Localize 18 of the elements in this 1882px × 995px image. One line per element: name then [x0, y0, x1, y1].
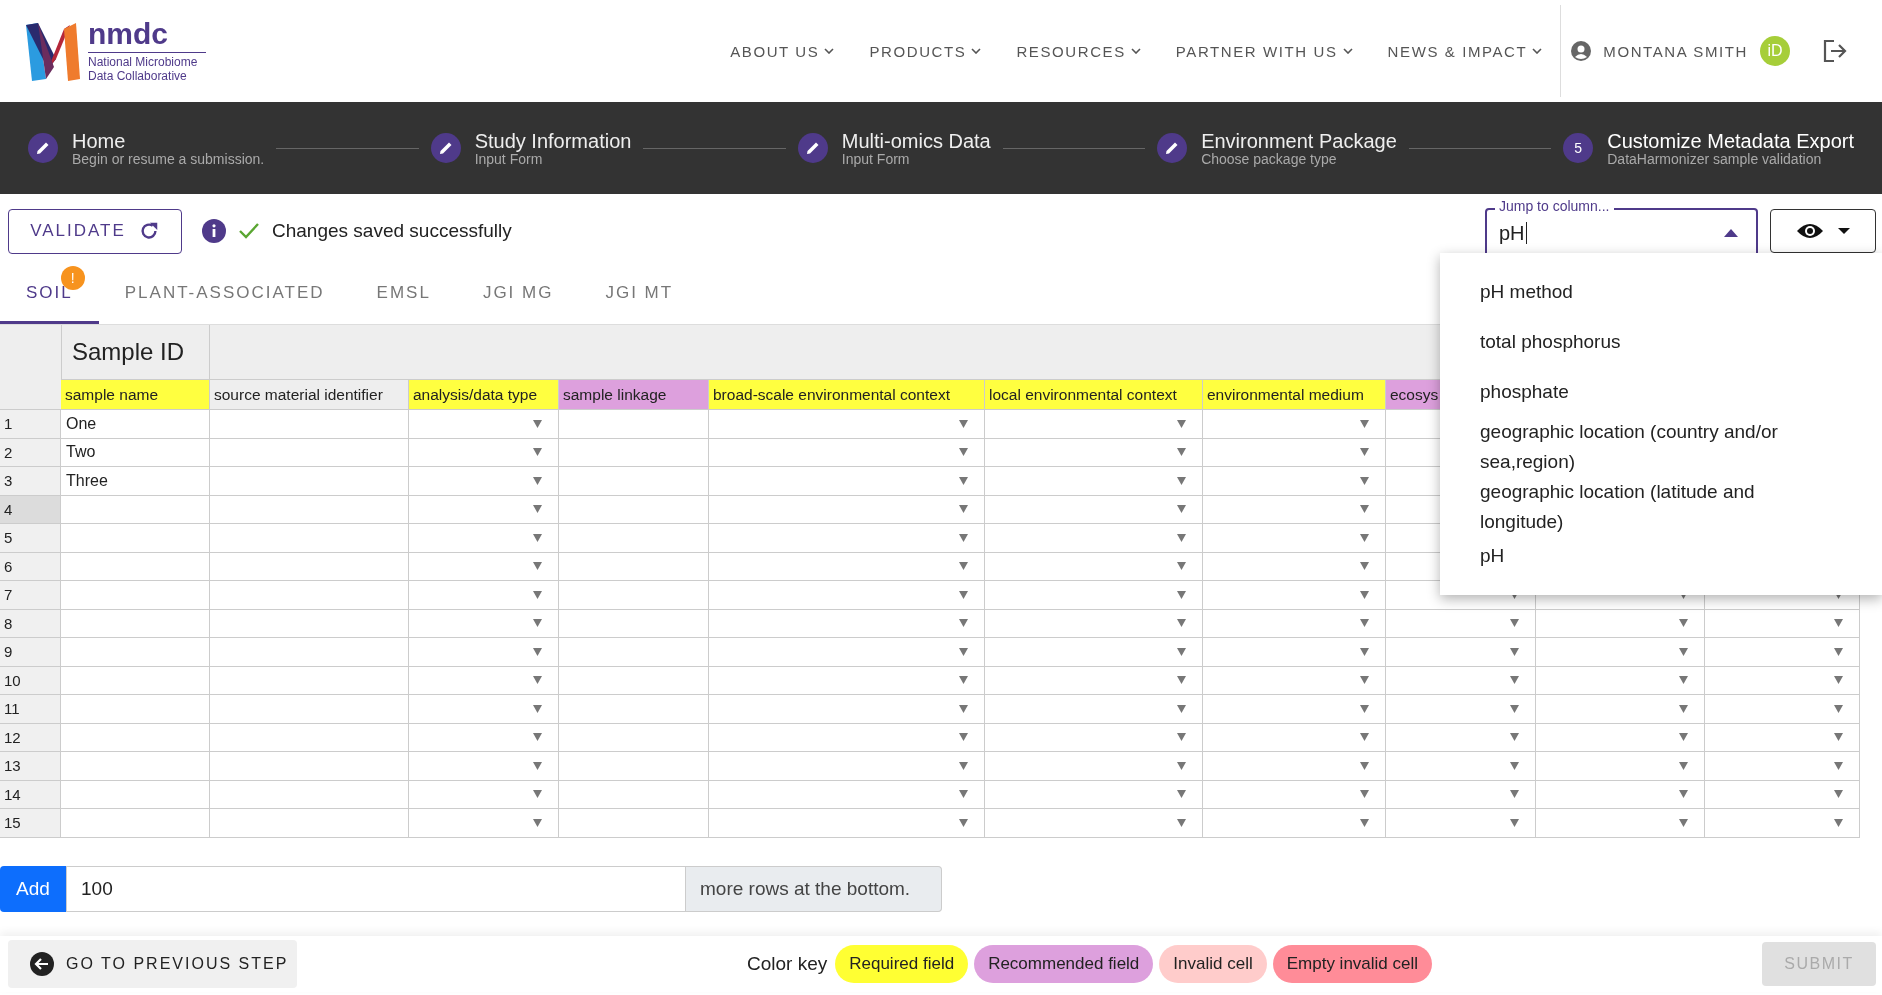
legend-chip: Recommended field — [974, 945, 1154, 983]
step-subtitle: Begin or resume a submission. — [72, 151, 265, 167]
step-number: 5 — [1563, 133, 1594, 163]
input-suffix: more rows at the bottom. — [686, 866, 942, 912]
step-subtitle: DataHarmonizer sample validation — [1607, 151, 1822, 167]
step-subtitle: Choose package type — [1201, 151, 1337, 167]
legend-chip: Empty invalid cell — [1272, 945, 1433, 983]
section-header: Sample ID — [61, 325, 210, 380]
step-subtitle: Input Form — [474, 151, 544, 167]
legend-chip: Invalid cell — [1159, 945, 1267, 983]
step-subtitle: Input Form — [841, 151, 911, 167]
color-key-label: Color key — [746, 953, 828, 975]
logo-wordmark: nmdc — [88, 19, 169, 49]
logo-tagline: Data Collaborative — [88, 69, 188, 83]
legend-chip: Required field — [835, 945, 969, 983]
save-status-text: Changes saved successfully — [272, 220, 512, 242]
field-label: Jump to column... — [1495, 198, 1614, 214]
logo-tagline: National Microbiome — [88, 55, 199, 69]
